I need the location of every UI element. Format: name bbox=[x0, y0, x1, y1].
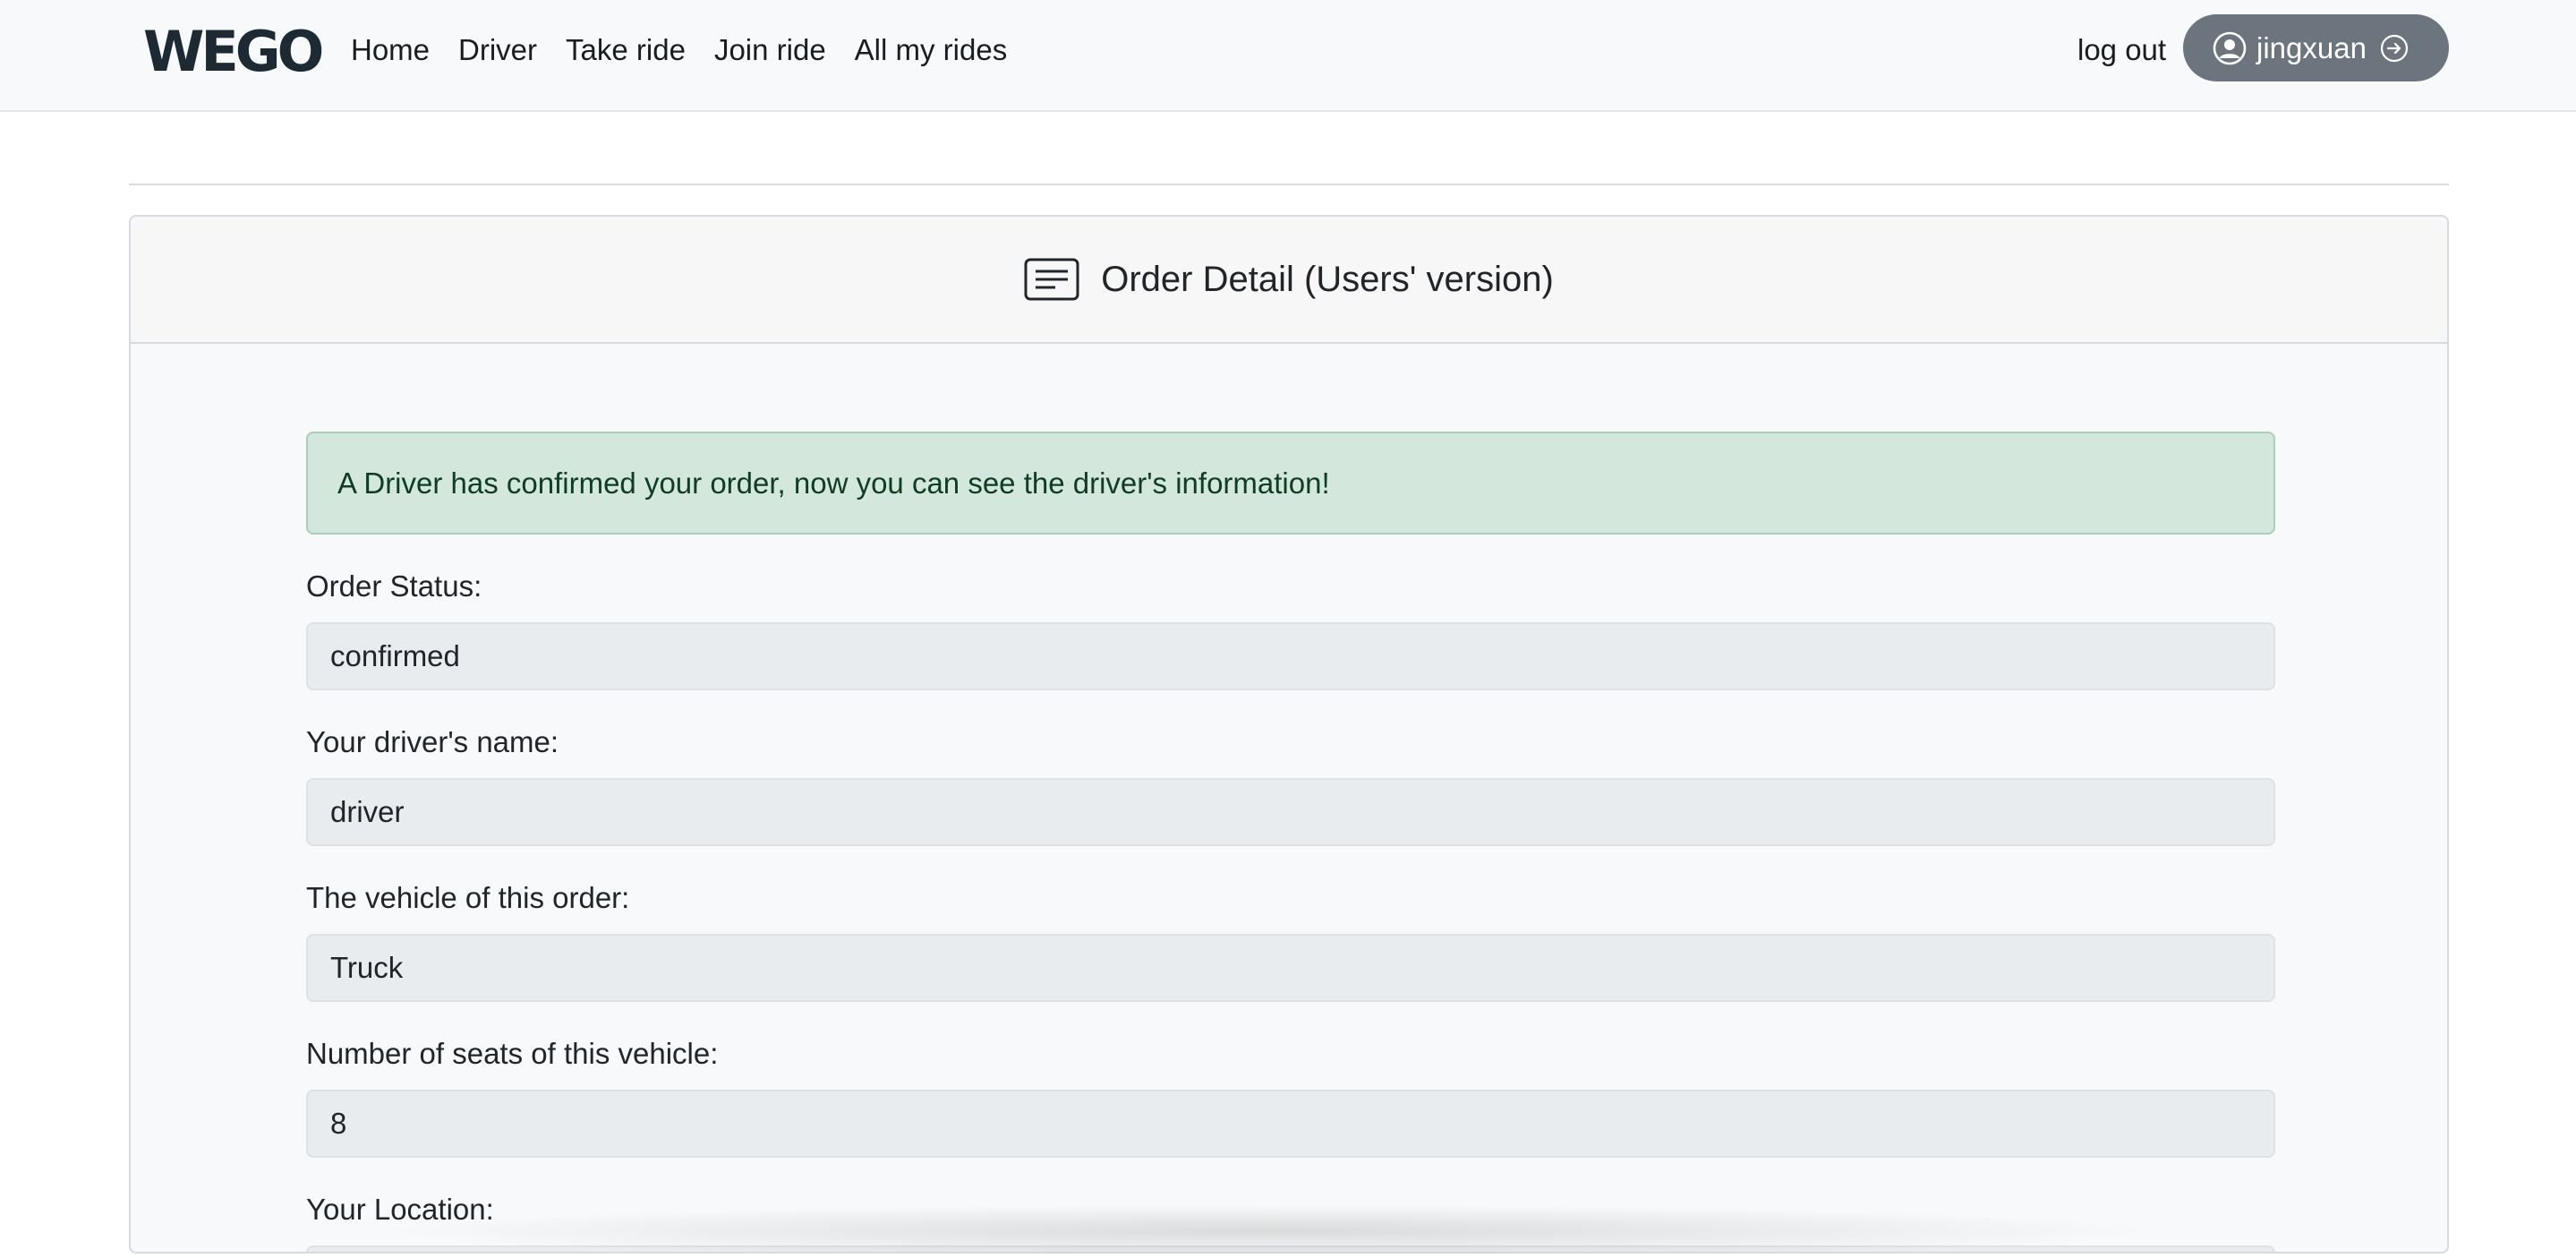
order-status-label: Order Status: bbox=[306, 569, 482, 603]
seats-label: Number of seats of this vehicle: bbox=[306, 1037, 719, 1070]
nav-link-take-ride[interactable]: Take ride bbox=[566, 29, 686, 72]
top-navbar: WEGO Home Driver Take ride Join ride All… bbox=[0, 0, 2576, 112]
card-body: A Driver has confirmed your order, now y… bbox=[306, 432, 2275, 1252]
vehicle-field: Truck bbox=[306, 934, 2275, 1002]
seats-field: 8 bbox=[306, 1090, 2275, 1158]
nav-link-home[interactable]: Home bbox=[351, 29, 430, 72]
card-title: Order Detail (Users' version) bbox=[1101, 260, 1554, 299]
nav-links: Home Driver Take ride Join ride All my r… bbox=[351, 29, 1036, 72]
nav-link-join-ride[interactable]: Join ride bbox=[714, 29, 826, 72]
nav-link-driver[interactable]: Driver bbox=[458, 29, 537, 72]
bottom-shadow bbox=[376, 1204, 2166, 1258]
logout-link[interactable]: log out bbox=[2077, 29, 2166, 72]
nav-link-all-my-rides[interactable]: All my rides bbox=[855, 29, 1008, 72]
order-status-field: confirmed bbox=[306, 622, 2275, 690]
order-detail-card: Order Detail (Users' version) A Driver h… bbox=[129, 215, 2449, 1254]
driver-name-field: driver bbox=[306, 778, 2275, 846]
driver-name-label: Your driver's name: bbox=[306, 725, 559, 758]
vehicle-label: The vehicle of this order: bbox=[306, 881, 630, 914]
card-text-icon bbox=[1024, 258, 1079, 301]
success-alert: A Driver has confirmed your order, now y… bbox=[306, 432, 2275, 535]
brand-logo[interactable]: WEGO bbox=[143, 23, 324, 81]
arrow-right-circle-icon bbox=[2380, 34, 2409, 62]
divider bbox=[129, 184, 2449, 185]
user-menu-button[interactable]: jingxuan bbox=[2183, 14, 2449, 81]
username-label: jingxuan bbox=[2256, 30, 2367, 64]
person-circle-icon bbox=[2213, 31, 2247, 64]
card-header: Order Detail (Users' version) bbox=[131, 217, 2447, 344]
